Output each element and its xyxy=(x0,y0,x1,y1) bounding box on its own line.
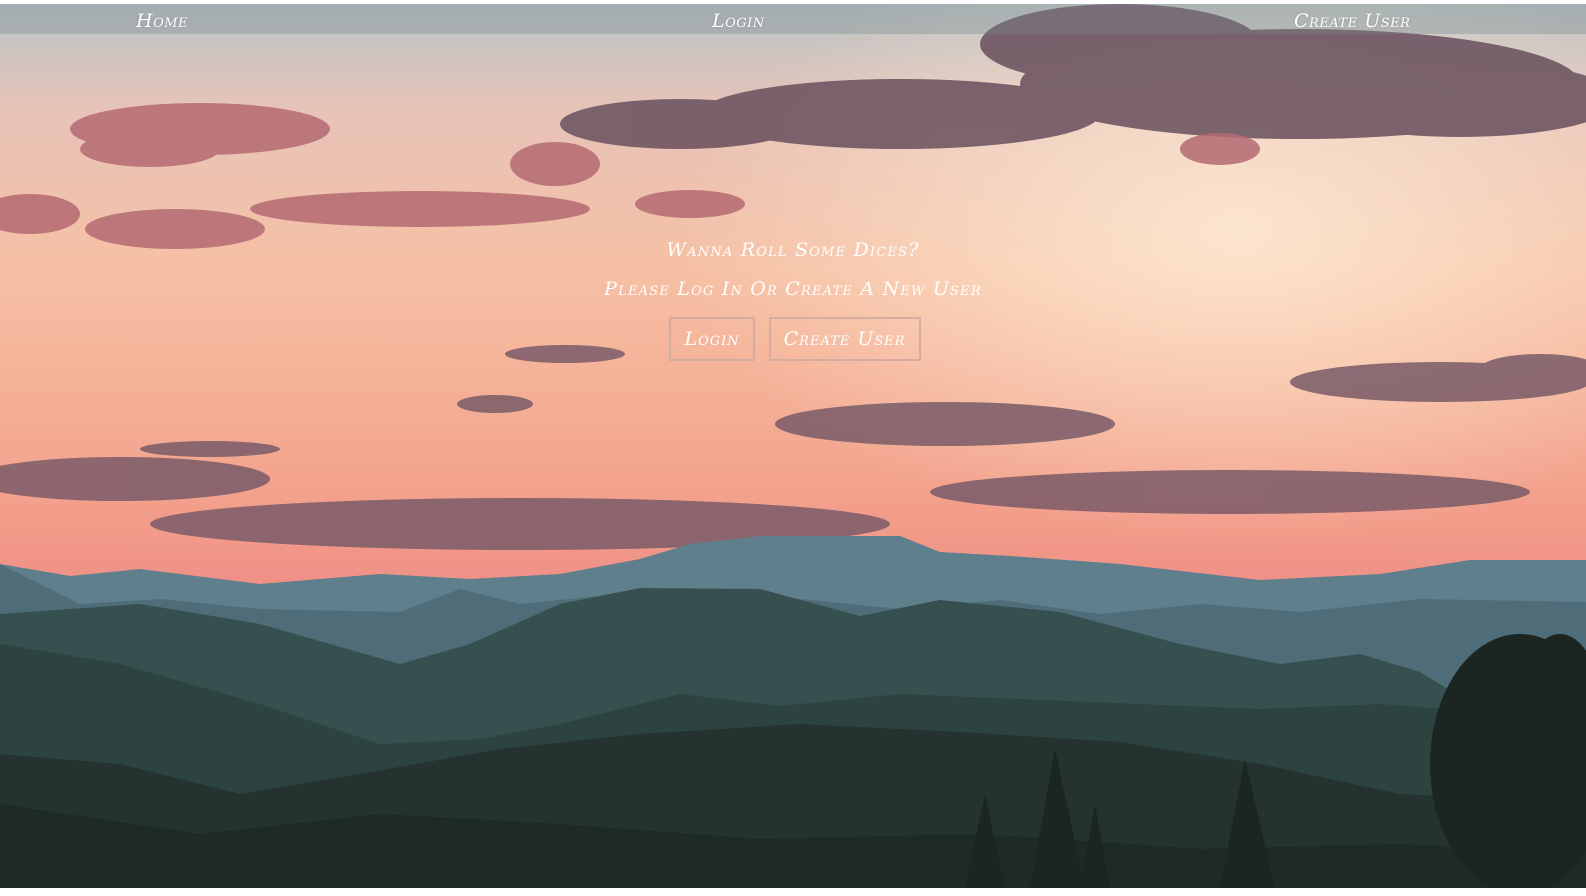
hero-section: Wanna Roll Some Dices? Please Log In Or … xyxy=(0,236,1586,361)
create-user-button[interactable]: Create User xyxy=(768,317,921,361)
login-button[interactable]: Login xyxy=(669,317,755,361)
hero-title: Wanna Roll Some Dices? xyxy=(666,239,920,261)
landing-page: Home Login Create User Wanna Roll Some D… xyxy=(0,0,1586,896)
nav-login-link[interactable]: Login xyxy=(712,10,765,32)
hero-button-group: Login Create User xyxy=(0,317,1586,361)
top-navbar: Home Login Create User xyxy=(0,4,1586,34)
nav-create-user-link[interactable]: Create User xyxy=(1294,10,1410,32)
nav-home-link[interactable]: Home xyxy=(136,10,188,32)
hero-subtitle: Please Log In Or Create A New User xyxy=(604,278,982,300)
background-image xyxy=(0,4,1586,888)
